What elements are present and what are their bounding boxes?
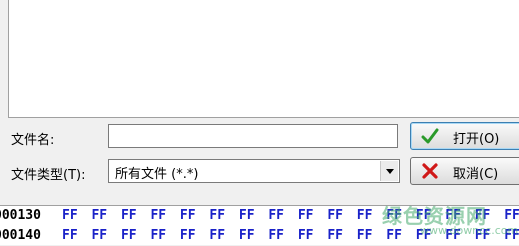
open-button-label: 打开(O) [453, 132, 500, 147]
cancel-button[interactable]: 取消(C) [410, 157, 519, 185]
dropdown-arrow-icon [386, 169, 394, 174]
x-mark-icon [422, 163, 438, 179]
hex-row-address: 000140 [0, 228, 41, 243]
filename-row: 文件名: 打开(O) [0, 122, 519, 152]
hex-row-address: 000130 [0, 208, 41, 223]
open-button[interactable]: 打开(O) [410, 122, 519, 150]
filename-input[interactable] [108, 124, 398, 148]
filetype-selected-value: 所有文件 (*.*) [115, 167, 199, 182]
file-list-pane[interactable] [8, 0, 519, 118]
checkmark-icon [421, 128, 439, 144]
filetype-label: 文件类型(T): [11, 168, 86, 183]
filetype-row: 文件类型(T): 所有文件 (*.*) 取消(C) [0, 157, 519, 187]
watermark-url: www.downcc.com [420, 224, 519, 237]
filetype-select[interactable]: 所有文件 (*.*) [108, 159, 400, 183]
cancel-button-label: 取消(C) [453, 167, 499, 182]
dropdown-arrow-button[interactable] [380, 161, 398, 181]
filename-label: 文件名: [11, 133, 55, 148]
